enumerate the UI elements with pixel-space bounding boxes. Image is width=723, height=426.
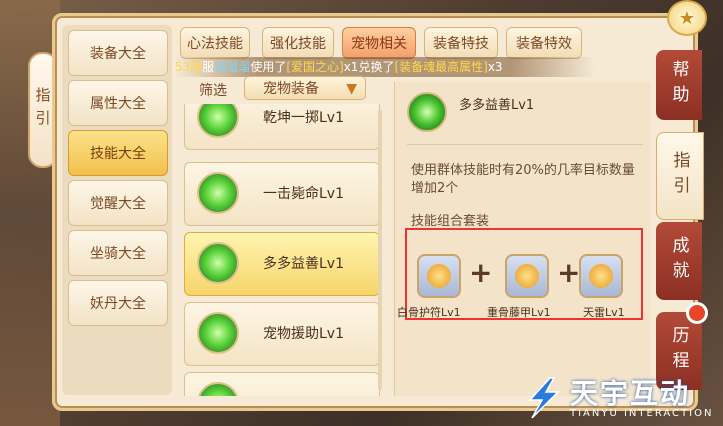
tianyu-logo: 天宇互动 TIANYU INTERACTION: [522, 372, 722, 426]
skill-name: 乾坤一掷Lv1: [263, 110, 344, 126]
category-demon-pills[interactable]: 妖丹大全: [68, 280, 168, 326]
skill-icon: [197, 382, 239, 396]
close-button[interactable]: ★: [667, 0, 707, 36]
skill-name: 一击毙命Lv1: [263, 186, 344, 202]
equip-item-bone-amulet[interactable]: [417, 254, 461, 298]
skill-description: 使用群体技能时有20%的几率目标数量增加2个: [411, 163, 635, 196]
logo-mark-icon: [528, 377, 560, 419]
skill-icon: [197, 104, 239, 138]
skill-name: 多多益善Lv1: [263, 256, 344, 272]
marquee-server-suffix: 服: [202, 60, 215, 74]
list-item[interactable]: 一击毙命Lv1: [184, 162, 380, 226]
list-item[interactable]: [184, 372, 380, 396]
skill-detail-panel: 多多益善Lv1 使用群体技能时有20%的几率目标数量增加2个 技能组合套装 + …: [394, 82, 651, 396]
category-mounts[interactable]: 坐骑大全: [68, 230, 168, 276]
marquee-server: 53服: [175, 60, 203, 74]
tab-equip-specials[interactable]: 装备特技: [424, 27, 498, 59]
list-item[interactable]: 乾坤一掷Lv1: [184, 104, 380, 150]
category-attributes[interactable]: 属性大全: [68, 80, 168, 126]
list-item[interactable]: 宠物援助Lv1: [184, 302, 380, 366]
armor-icon: [515, 264, 539, 288]
marquee-player: 溜溜溜: [214, 60, 251, 74]
skill-icon: [197, 172, 239, 214]
equip-name: 天雷Lv1: [583, 306, 625, 319]
tab-guide[interactable]: 指引: [656, 132, 704, 220]
chevron-down-icon: ▼: [346, 81, 357, 97]
skill-icon: [197, 312, 239, 354]
plus-icon: +: [557, 256, 581, 289]
category-awakening[interactable]: 觉醒大全: [68, 180, 168, 226]
broadcast-marquee: 53服服溜溜溜使用了[爱国之心]x1兑换了[装备魂最高属性]x3: [175, 57, 595, 77]
tab-mind-skills[interactable]: 心法技能: [180, 27, 250, 59]
marquee-item2: [装备魂最高属性]: [394, 60, 488, 74]
tab-pet-related[interactable]: 宠物相关: [342, 27, 416, 59]
equip-name: 白骨护符Lv1: [397, 306, 461, 319]
notification-dot: [686, 302, 708, 324]
amulet-icon: [427, 264, 451, 288]
filter-label: 筛选: [199, 83, 227, 99]
equip-item-bone-armor[interactable]: [505, 254, 549, 298]
combo-set-title: 技能组合套装: [411, 214, 490, 229]
equip-name: 重骨藤甲Lv1: [487, 306, 551, 319]
filter-dropdown[interactable]: 宠物装备 ▼: [244, 76, 366, 100]
logo-text-cn: 天宇互动: [570, 377, 691, 410]
filter-value: 宠物装备: [263, 81, 319, 97]
skill-detail-title: 多多益善Lv1: [459, 98, 535, 113]
skill-detail-icon: [407, 92, 447, 132]
skill-list-scrollbar[interactable]: [378, 110, 382, 390]
marquee-text1: 使用了: [250, 60, 287, 74]
list-item[interactable]: 多多益善Lv1: [184, 232, 380, 296]
marquee-text3: x3: [487, 60, 503, 74]
equip-item-thunder[interactable]: [579, 254, 623, 298]
logo-text-en: TIANYU INTERACTION: [570, 408, 714, 419]
category-skills[interactable]: 技能大全: [68, 130, 168, 176]
plus-icon: +: [469, 256, 493, 289]
marquee-item1: [爱国之心]: [286, 60, 344, 74]
tab-achievements[interactable]: 成就: [656, 222, 702, 300]
thunder-icon: [589, 264, 613, 288]
tab-help[interactable]: 帮助: [656, 50, 702, 120]
marquee-text2: x1兑换了: [343, 60, 395, 74]
combo-set-box: + + 白骨护符Lv1 重骨藤甲Lv1 天雷Lv1: [397, 228, 643, 320]
skill-icon: [197, 242, 239, 284]
tab-equip-effects[interactable]: 装备特效: [506, 27, 582, 59]
category-equipment[interactable]: 装备大全: [68, 30, 168, 76]
skill-name: 宠物援助Lv1: [263, 326, 344, 342]
skill-list[interactable]: 乾坤一掷Lv1 一击毙命Lv1 多多益善Lv1 宠物援助Lv1: [178, 104, 386, 396]
star-icon: ★: [678, 7, 696, 29]
divider: [407, 144, 643, 145]
tab-enhance-skills[interactable]: 强化技能: [262, 27, 334, 59]
